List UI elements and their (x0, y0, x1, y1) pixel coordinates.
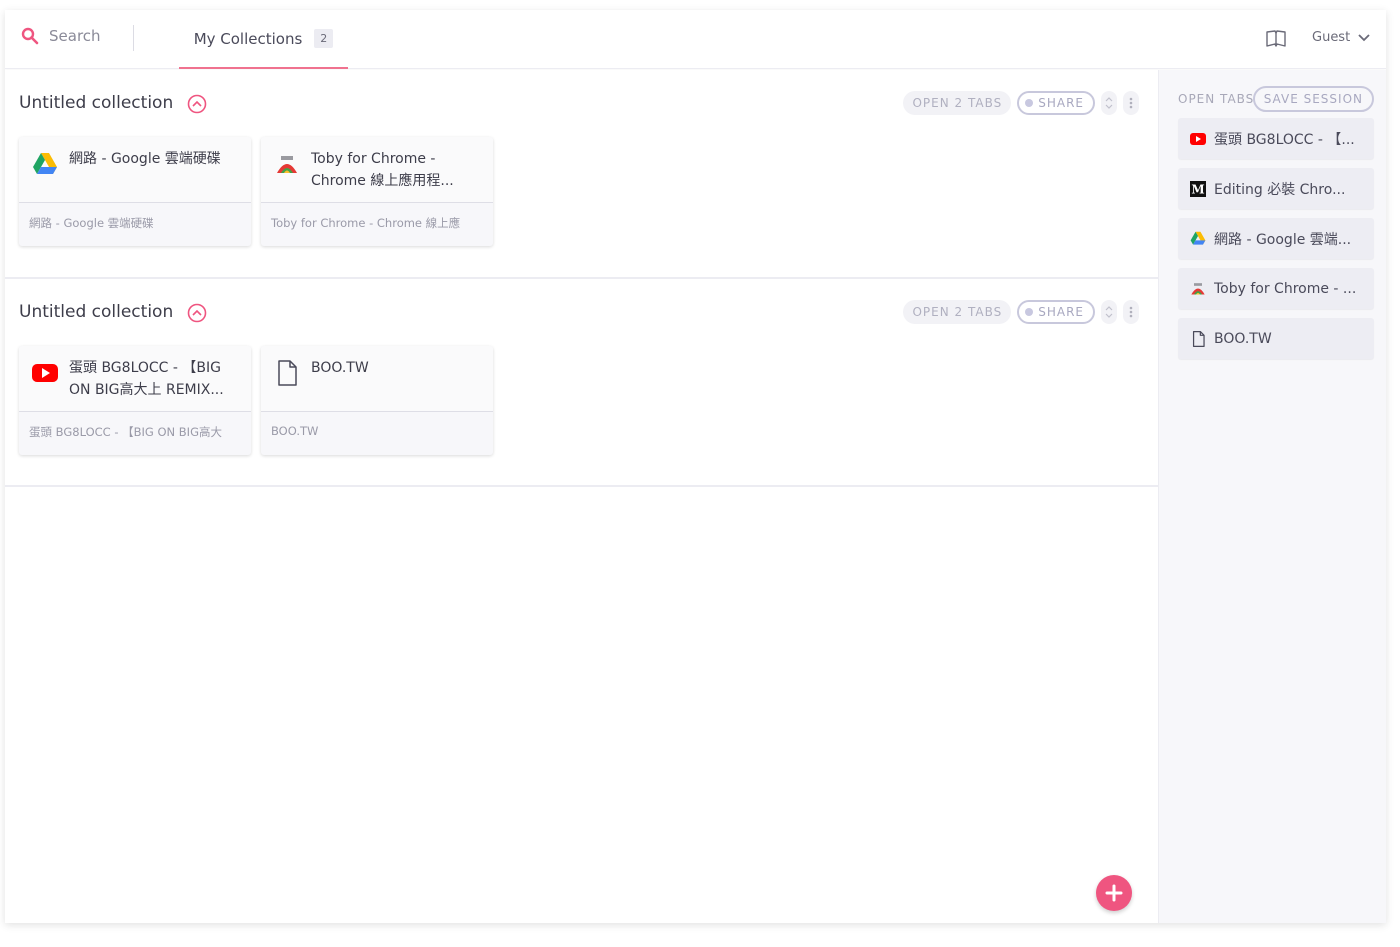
more-vertical-icon (1129, 97, 1133, 109)
bookmark-card[interactable]: 網路 - Google 雲端硬碟 網路 - Google 雲端硬碟 (19, 137, 251, 246)
open-tabs-button[interactable]: OPEN 2 TABS (903, 91, 1012, 115)
reorder-button[interactable] (1101, 300, 1117, 324)
bookmark-card[interactable]: Toby for Chrome - Chrome 線上應用程... Toby f… (261, 137, 493, 246)
open-tabs-list: 蛋頭 BG8LOCC - 【... M Editing 必裝 Chro... 網… (1178, 118, 1374, 368)
collection: Untitled collection OPEN 2 TABS SHARE (5, 279, 1158, 487)
card-url: BOO.TW (271, 424, 319, 438)
plus-icon (1105, 884, 1123, 902)
collapse-icon[interactable] (187, 94, 207, 114)
share-label: SHARE (1038, 96, 1084, 110)
app-window: Search My Collections 2 Guest Untitled c… (5, 10, 1386, 923)
collection-title[interactable]: Untitled collection (19, 302, 173, 322)
card-url: 蛋頭 BG8LOCC - 【BIG ON BIG高大 (29, 425, 222, 439)
card-url: Toby for Chrome - Chrome 線上應 (271, 216, 461, 230)
medium-icon: M (1190, 180, 1206, 197)
card-header: BOO.TW (261, 346, 493, 412)
tab-label: My Collections (193, 29, 303, 48)
open-tabs-button[interactable]: OPEN 2 TABS (903, 300, 1012, 324)
open-tabs-sidebar: OPEN TABS SAVE SESSION 蛋頭 BG8LOCC - 【...… (1158, 70, 1386, 923)
open-tab-title: Toby for Chrome - ... (1214, 280, 1357, 297)
share-button[interactable]: SHARE (1017, 300, 1095, 324)
save-session-button[interactable]: SAVE SESSION (1252, 86, 1374, 112)
card-header: Toby for Chrome - Chrome 線上應用程... (261, 137, 493, 203)
book-icon[interactable] (1266, 30, 1286, 48)
open-tab-item[interactable]: 網路 - Google 雲端... (1178, 218, 1374, 259)
user-name: Guest (1312, 30, 1351, 45)
collection-actions: OPEN 2 TABS SHARE (903, 91, 1139, 115)
collections-panel: Untitled collection OPEN 2 TABS SHARE 網路… (5, 70, 1158, 923)
sort-icon (1105, 97, 1113, 109)
share-dot-icon (1025, 308, 1034, 316)
card-header: 蛋頭 BG8LOCC - 【BIG ON BIG高大上 REMIX... (19, 346, 251, 412)
share-dot-icon (1025, 99, 1034, 107)
card-title: 蛋頭 BG8LOCC - 【BIG ON BIG高大上 REMIX... (69, 360, 224, 398)
bookmark-card[interactable]: BOO.TW BOO.TW (261, 346, 493, 455)
open-tab-item[interactable]: M Editing 必裝 Chro... (1178, 168, 1374, 209)
search-button[interactable]: Search (21, 27, 101, 45)
open-tab-title: BOO.TW (1214, 330, 1272, 347)
open-tab-item[interactable]: 蛋頭 BG8LOCC - 【... (1178, 118, 1374, 159)
card-url: 網路 - Google 雲端硬碟 (29, 216, 154, 230)
card-title: BOO.TW (311, 360, 369, 376)
header-divider (133, 25, 134, 51)
top-bar: Search My Collections 2 Guest (5, 10, 1386, 69)
open-tabs-heading: OPEN TABS (1178, 92, 1255, 106)
svg-text:M: M (1191, 182, 1204, 196)
search-icon (21, 27, 39, 45)
share-label: SHARE (1038, 305, 1084, 319)
collection-title[interactable]: Untitled collection (19, 93, 173, 113)
card-header: 網路 - Google 雲端硬碟 (19, 137, 251, 203)
open-tab-item[interactable]: Toby for Chrome - ... (1178, 268, 1374, 309)
collection-actions: OPEN 2 TABS SHARE (903, 300, 1139, 324)
google-drive-icon (1190, 231, 1206, 247)
document-icon (1190, 330, 1206, 347)
youtube-icon (1190, 131, 1206, 147)
toby-icon (273, 150, 301, 178)
collection: Untitled collection OPEN 2 TABS SHARE (5, 70, 1158, 279)
toby-icon (1190, 281, 1206, 297)
add-collection-button[interactable] (1096, 875, 1132, 911)
youtube-icon (31, 359, 59, 387)
card-list: 網路 - Google 雲端硬碟 網路 - Google 雲端硬碟 Toby f… (19, 137, 493, 246)
card-title: 網路 - Google 雲端硬碟 (69, 151, 221, 167)
collapse-icon[interactable] (187, 303, 207, 323)
search-label: Search (49, 27, 101, 45)
user-menu[interactable]: Guest (1312, 30, 1370, 45)
tab-my-collections[interactable]: My Collections 2 (179, 10, 348, 69)
more-options-button[interactable] (1123, 300, 1139, 324)
more-options-button[interactable] (1123, 91, 1139, 115)
open-tab-item[interactable]: BOO.TW (1178, 318, 1374, 359)
open-tab-title: 網路 - Google 雲端... (1214, 231, 1352, 248)
card-list: 蛋頭 BG8LOCC - 【BIG ON BIG高大上 REMIX... 蛋頭 … (19, 346, 493, 455)
bookmark-card[interactable]: 蛋頭 BG8LOCC - 【BIG ON BIG高大上 REMIX... 蛋頭 … (19, 346, 251, 455)
share-button[interactable]: SHARE (1017, 91, 1095, 115)
card-title: Toby for Chrome - Chrome 線上應用程... (311, 151, 454, 189)
google-drive-icon (31, 150, 59, 178)
reorder-button[interactable] (1101, 91, 1117, 115)
sidebar-header: OPEN TABS SAVE SESSION (1178, 86, 1374, 114)
open-tab-title: Editing 必裝 Chro... (1214, 181, 1346, 198)
chevron-down-icon (1358, 33, 1370, 41)
open-tab-title: 蛋頭 BG8LOCC - 【... (1214, 131, 1355, 148)
more-vertical-icon (1129, 306, 1133, 318)
sort-icon (1105, 306, 1113, 318)
collection-count-badge: 2 (314, 29, 334, 48)
document-icon (273, 359, 301, 387)
